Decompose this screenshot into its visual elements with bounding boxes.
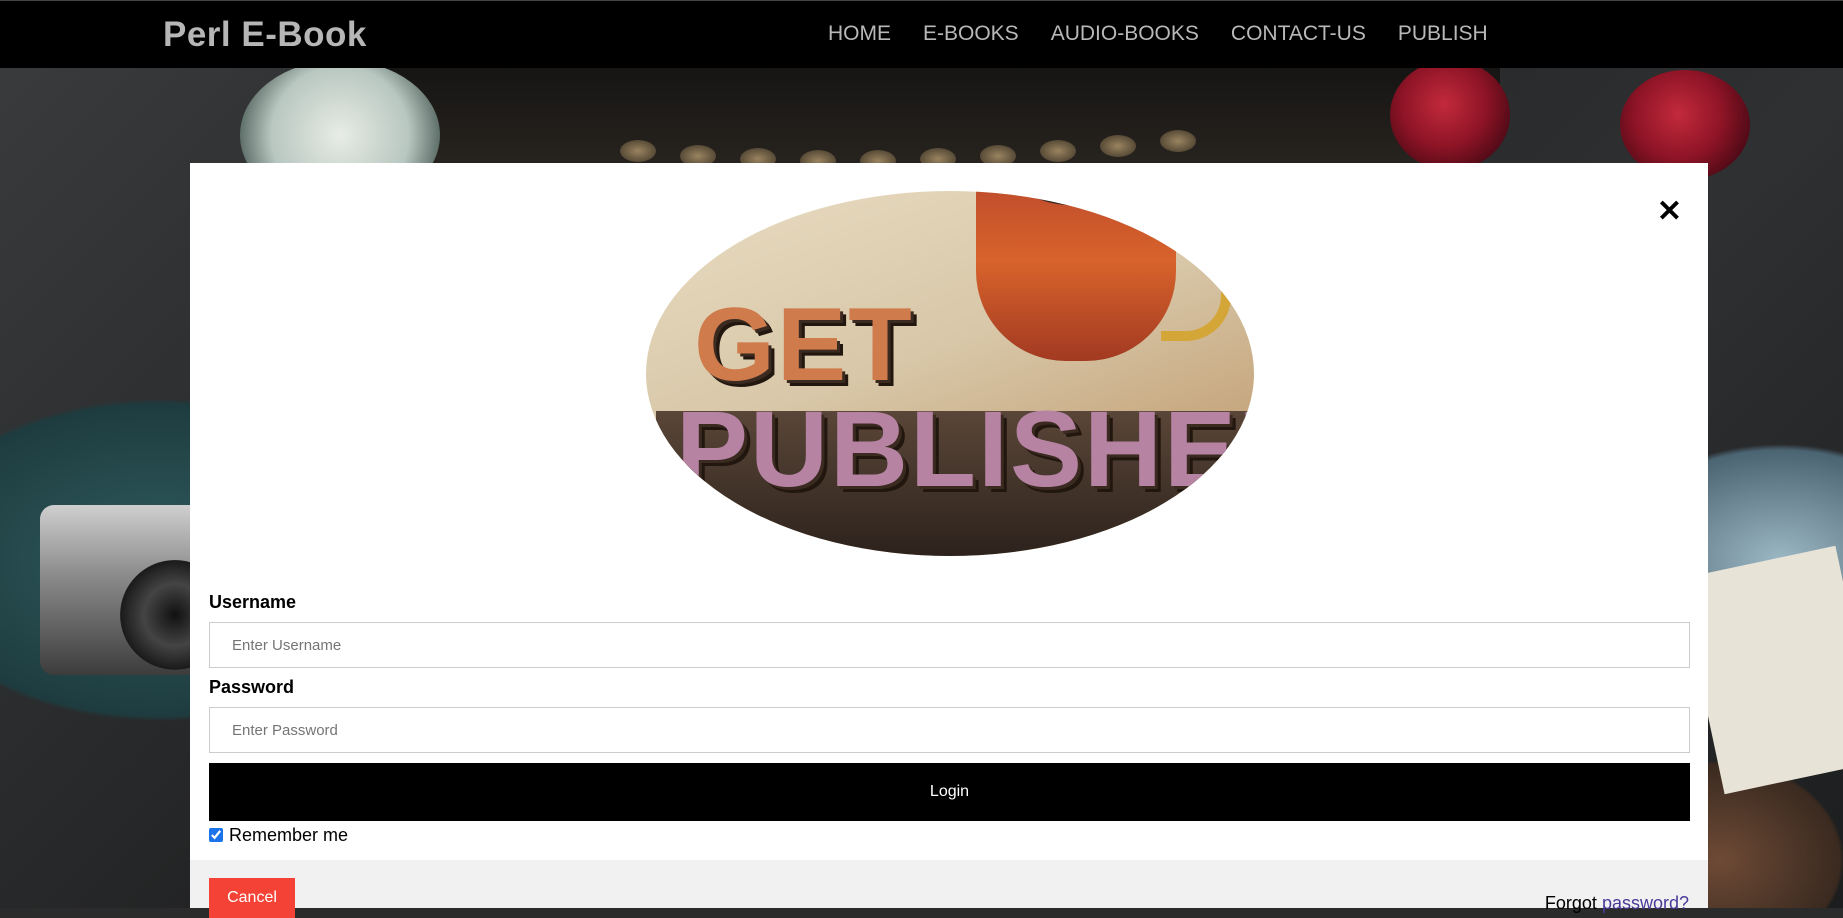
nav-contact-us[interactable]: CONTACT-US bbox=[1215, 1, 1382, 69]
cancel-button[interactable]: Cancel bbox=[209, 878, 295, 918]
get-published-image: GET PUBLISHED bbox=[646, 191, 1254, 556]
rose-decoration bbox=[1390, 60, 1510, 170]
username-input[interactable] bbox=[209, 622, 1690, 668]
forgot-password-text: Forgot password? bbox=[1545, 893, 1689, 914]
coffee-cup-graphic bbox=[976, 191, 1176, 361]
login-modal: ✕ GET PUBLISHED Username Password Login … bbox=[190, 163, 1708, 918]
password-input[interactable] bbox=[209, 707, 1690, 753]
hero-word-published: PUBLISHED bbox=[676, 388, 1254, 509]
close-icon[interactable]: ✕ bbox=[1657, 197, 1682, 227]
typewriter-key bbox=[620, 140, 656, 162]
login-button[interactable]: Login bbox=[209, 763, 1690, 821]
nav-audio-books[interactable]: AUDIO-BOOKS bbox=[1035, 1, 1215, 69]
nav-menu: HOME E-BOOKS AUDIO-BOOKS CONTACT-US PUBL… bbox=[812, 1, 1504, 69]
remember-me-checkbox[interactable] bbox=[209, 828, 223, 842]
forgot-password-link[interactable]: password? bbox=[1602, 893, 1689, 913]
remember-me-label[interactable]: Remember me bbox=[229, 825, 348, 846]
modal-footer: Cancel Forgot password? bbox=[190, 860, 1708, 918]
nav-e-books[interactable]: E-BOOKS bbox=[907, 1, 1035, 69]
cup-handle-graphic bbox=[1161, 231, 1231, 341]
remember-me-row: Remember me bbox=[209, 820, 348, 850]
brand-logo[interactable]: Perl E-Book bbox=[163, 15, 367, 55]
typewriter-key bbox=[1160, 130, 1196, 152]
username-label: Username bbox=[209, 592, 297, 612]
password-label: Password bbox=[209, 677, 295, 697]
navbar: Perl E-Book HOME E-BOOKS AUDIO-BOOKS CON… bbox=[0, 0, 1843, 68]
nav-publish[interactable]: PUBLISH bbox=[1382, 1, 1504, 69]
typewriter-key bbox=[1100, 135, 1136, 157]
forgot-prefix: Forgot bbox=[1544, 893, 1597, 913]
nav-home[interactable]: HOME bbox=[812, 1, 907, 69]
typewriter-key bbox=[1040, 140, 1076, 162]
